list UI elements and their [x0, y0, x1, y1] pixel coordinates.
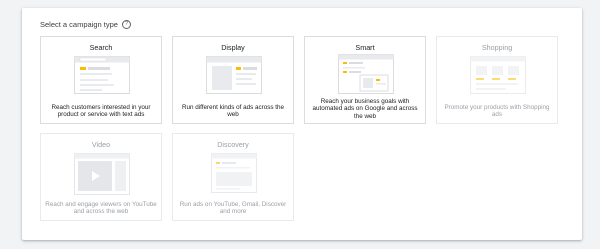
campaign-card-display[interactable]: Display Run different kinds of ads acros…	[172, 36, 294, 124]
card-title: Display	[221, 43, 245, 52]
campaign-card-discovery: Discovery Run ads on YouTube, Gmail, Dis…	[172, 133, 294, 221]
heading-label: Select a campaign type	[40, 20, 118, 29]
section-heading: Select a campaign type ?	[40, 20, 131, 29]
discovery-illustration	[211, 153, 257, 193]
card-description: Reach customers interested in your produ…	[51, 104, 151, 119]
card-title: Discovery	[217, 140, 249, 149]
campaign-type-panel: Select a campaign type ? Search Reach cu…	[22, 8, 582, 240]
card-description: Reach and engage viewers on YouTube and …	[45, 201, 157, 216]
card-title: Smart	[355, 43, 375, 52]
card-description: Reach your business goals with automated…	[312, 98, 418, 120]
card-title: Shopping	[481, 43, 513, 52]
campaign-card-smart[interactable]: Smart Reach your business goals with aut…	[304, 36, 426, 124]
campaign-card-search[interactable]: Search Reach customers interested in you…	[40, 36, 162, 124]
shopping-illustration	[470, 56, 526, 94]
card-description: Run different kinds of ads across the we…	[181, 104, 285, 119]
campaign-card-video: Video Reach and engage viewers on YouTub…	[40, 133, 162, 221]
card-description: Promote your products with Shopping ads	[444, 104, 550, 119]
card-description: Run ads on YouTube, Gmail, Discover and …	[179, 201, 287, 216]
video-illustration	[74, 153, 130, 195]
card-title: Search	[89, 43, 113, 52]
help-icon[interactable]: ?	[121, 20, 131, 29]
display-illustration	[206, 56, 262, 94]
card-title: Video	[91, 140, 111, 149]
campaign-card-shopping: Shopping Promote your products with Shop…	[436, 36, 558, 124]
smart-illustration	[338, 54, 394, 94]
search-illustration	[74, 56, 130, 94]
